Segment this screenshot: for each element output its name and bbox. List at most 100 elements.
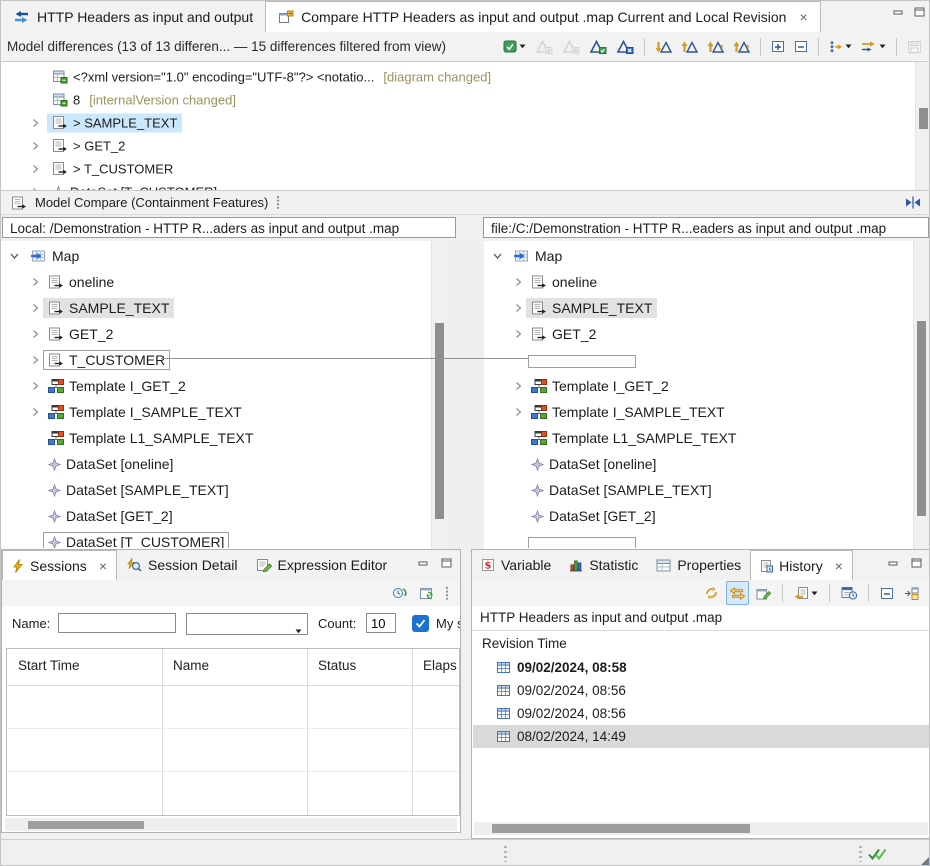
collapse-all-button[interactable] xyxy=(791,35,811,59)
editor-tab-compare-http-headers-as-input-and-output-m[interactable]: Compare HTTP Headers as input and output… xyxy=(265,1,821,32)
minimize-icon[interactable] xyxy=(418,558,429,568)
tab-session-detail[interactable]: Session Detail xyxy=(117,550,247,580)
tree-row-sample-text[interactable]: SAMPLE_TEXT xyxy=(484,295,913,321)
window-resize-grip[interactable] xyxy=(918,855,930,866)
group-differences-button[interactable] xyxy=(826,35,855,59)
tree-row-map[interactable]: Map xyxy=(1,243,431,269)
chevron-right-icon[interactable] xyxy=(31,382,40,391)
tree-row-get-2[interactable]: > GET_2 xyxy=(1,134,915,157)
menu-handle-icon[interactable] xyxy=(276,195,280,210)
get-revision-button[interactable] xyxy=(791,581,821,605)
column-header-elaps[interactable]: Elaps xyxy=(412,649,460,673)
refresh-revisions-button[interactable] xyxy=(701,581,722,605)
right-tree-scroll-thumb[interactable] xyxy=(917,321,926,516)
next-difference-button[interactable] xyxy=(652,35,675,59)
dropdown-arrow-icon[interactable] xyxy=(845,44,852,49)
tree-row-oneline[interactable]: oneline xyxy=(484,269,913,295)
minimize-icon[interactable] xyxy=(893,7,904,17)
my-sessions-checkbox[interactable] xyxy=(412,615,429,632)
tree-row-dataset-oneline[interactable]: DataSet [oneline] xyxy=(1,451,431,477)
chevron-right-icon[interactable] xyxy=(31,118,40,127)
compare-mode-button[interactable] xyxy=(753,581,774,605)
count-input[interactable] xyxy=(366,613,396,633)
merge-direction-button[interactable] xyxy=(858,35,889,59)
refresh-view-button[interactable] xyxy=(416,581,438,605)
tree-row-template-i-sample-text[interactable]: Template I_SAMPLE_TEXT xyxy=(484,399,913,425)
tree-row-template-i-sample-text[interactable]: Template I_SAMPLE_TEXT xyxy=(1,399,431,425)
previous-unresolved-button[interactable]: ? xyxy=(730,35,753,59)
tree-row-dataset-t-customer[interactable]: DataSet [T_CUSTOMER] xyxy=(1,529,431,548)
history-scroll-thumb[interactable] xyxy=(492,824,750,833)
dropdown-arrow-icon[interactable] xyxy=(519,44,526,49)
tree-row-t-customer[interactable]: > T_CUSTOMER xyxy=(1,157,915,180)
chevron-right-icon[interactable] xyxy=(514,382,523,391)
next-unresolved-button[interactable]: ? xyxy=(704,35,727,59)
tree-row-sample-text[interactable]: > SAMPLE_TEXT xyxy=(1,111,915,134)
tree-row-template-i-get-2[interactable]: Template I_GET_2 xyxy=(484,373,913,399)
tab-variable[interactable]: $Variable xyxy=(472,550,560,580)
chevron-right-icon[interactable] xyxy=(31,278,40,287)
chevron-right-icon[interactable] xyxy=(31,356,40,365)
revision-time-column-header[interactable]: Revision Time xyxy=(482,636,567,651)
tree-row-get-2[interactable]: GET_2 xyxy=(1,321,431,347)
tree-row-dataset-get-2[interactable]: DataSet [GET_2] xyxy=(1,503,431,529)
tree-row-template-i-get-2[interactable]: Template I_GET_2 xyxy=(1,373,431,399)
tab-history[interactable]: History× xyxy=(750,550,853,581)
chevron-down-icon[interactable] xyxy=(10,252,19,261)
date-format-button[interactable] xyxy=(838,581,860,605)
sessions-table[interactable]: Start TimeNameStatusElaps xyxy=(6,648,460,816)
left-tree-scroll-thumb[interactable] xyxy=(435,323,444,519)
chevron-right-icon[interactable] xyxy=(514,408,523,417)
tree-row-dataset-oneline[interactable]: DataSet [oneline] xyxy=(484,451,913,477)
session-filter-dropdown[interactable] xyxy=(186,613,308,635)
tab-statistic[interactable]: Statistic xyxy=(560,550,647,580)
chevron-right-icon[interactable] xyxy=(31,330,40,339)
tree-row-xml-version-1-0-encoding-utf-8-notatio[interactable]: <?xml version="1.0" encoding="UTF-8"?> <… xyxy=(1,65,915,88)
revision-row[interactable]: 09/02/2024, 08:56 xyxy=(473,679,929,702)
chevron-right-icon[interactable] xyxy=(514,330,523,339)
status-drag-handle[interactable] xyxy=(859,846,862,862)
tree-row-8[interactable]: 8[internalVersion changed] xyxy=(1,88,915,111)
column-header-status[interactable]: Status xyxy=(307,649,412,673)
tree-row-sample-text[interactable]: SAMPLE_TEXT xyxy=(1,295,431,321)
history-horizontal-scrollbar[interactable] xyxy=(474,822,928,835)
chevron-right-icon[interactable] xyxy=(31,141,40,150)
diff-tree-scroll-thumb[interactable] xyxy=(919,108,928,129)
sessions-scroll-thumb[interactable] xyxy=(28,821,144,829)
tree-row-map[interactable]: Map xyxy=(484,243,913,269)
dropdown-arrow-icon[interactable] xyxy=(811,591,818,596)
chevron-right-icon[interactable] xyxy=(514,304,523,313)
revision-row[interactable]: 09/02/2024, 08:56 xyxy=(473,702,929,725)
reject-all-button[interactable] xyxy=(613,35,637,59)
chevron-right-icon[interactable] xyxy=(31,304,40,313)
close-icon[interactable]: × xyxy=(835,558,843,574)
tree-row-dataset-get-2[interactable]: DataSet [GET_2] xyxy=(484,503,913,529)
maximize-icon[interactable] xyxy=(914,7,925,17)
name-input[interactable] xyxy=(58,613,176,633)
revision-row[interactable]: 09/02/2024, 08:58 xyxy=(473,656,929,679)
chevron-right-icon[interactable] xyxy=(31,408,40,417)
tree-row-dataset-sample-text[interactable]: DataSet [SAMPLE_TEXT] xyxy=(484,477,913,503)
chevron-down-icon[interactable] xyxy=(493,252,502,261)
editor-tab-http-headers-as-input-and-output[interactable]: HTTP Headers as input and output xyxy=(1,1,265,32)
collapse-all-button[interactable] xyxy=(877,581,897,605)
sessions-horizontal-scrollbar[interactable] xyxy=(5,818,457,831)
tab-expression-editor[interactable]: Expression Editor xyxy=(247,550,397,580)
accept-all-button[interactable] xyxy=(586,35,610,59)
link-with-editor-button[interactable] xyxy=(726,581,749,605)
status-drag-handle[interactable] xyxy=(504,846,507,862)
tab-properties[interactable]: Properties xyxy=(647,550,750,580)
tree-row-template-l1-sample-text[interactable]: Template L1_SAMPLE_TEXT xyxy=(484,425,913,451)
column-header-name[interactable]: Name xyxy=(162,649,307,673)
tab-sessions[interactable]: Sessions× xyxy=(2,550,117,581)
close-icon[interactable]: × xyxy=(799,9,807,25)
revision-row[interactable]: 08/02/2024, 14:49 xyxy=(473,725,929,748)
dropdown-arrow-icon[interactable] xyxy=(879,44,886,49)
tree-row-oneline[interactable]: oneline xyxy=(1,269,431,295)
previous-difference-button[interactable] xyxy=(678,35,701,59)
chevron-right-icon[interactable] xyxy=(514,278,523,287)
tree-row-template-l1-sample-text[interactable]: Template L1_SAMPLE_TEXT xyxy=(1,425,431,451)
scheduled-refresh-button[interactable] xyxy=(389,581,412,605)
maximize-icon[interactable] xyxy=(911,558,922,568)
tree-row-get-2[interactable]: GET_2 xyxy=(484,321,913,347)
